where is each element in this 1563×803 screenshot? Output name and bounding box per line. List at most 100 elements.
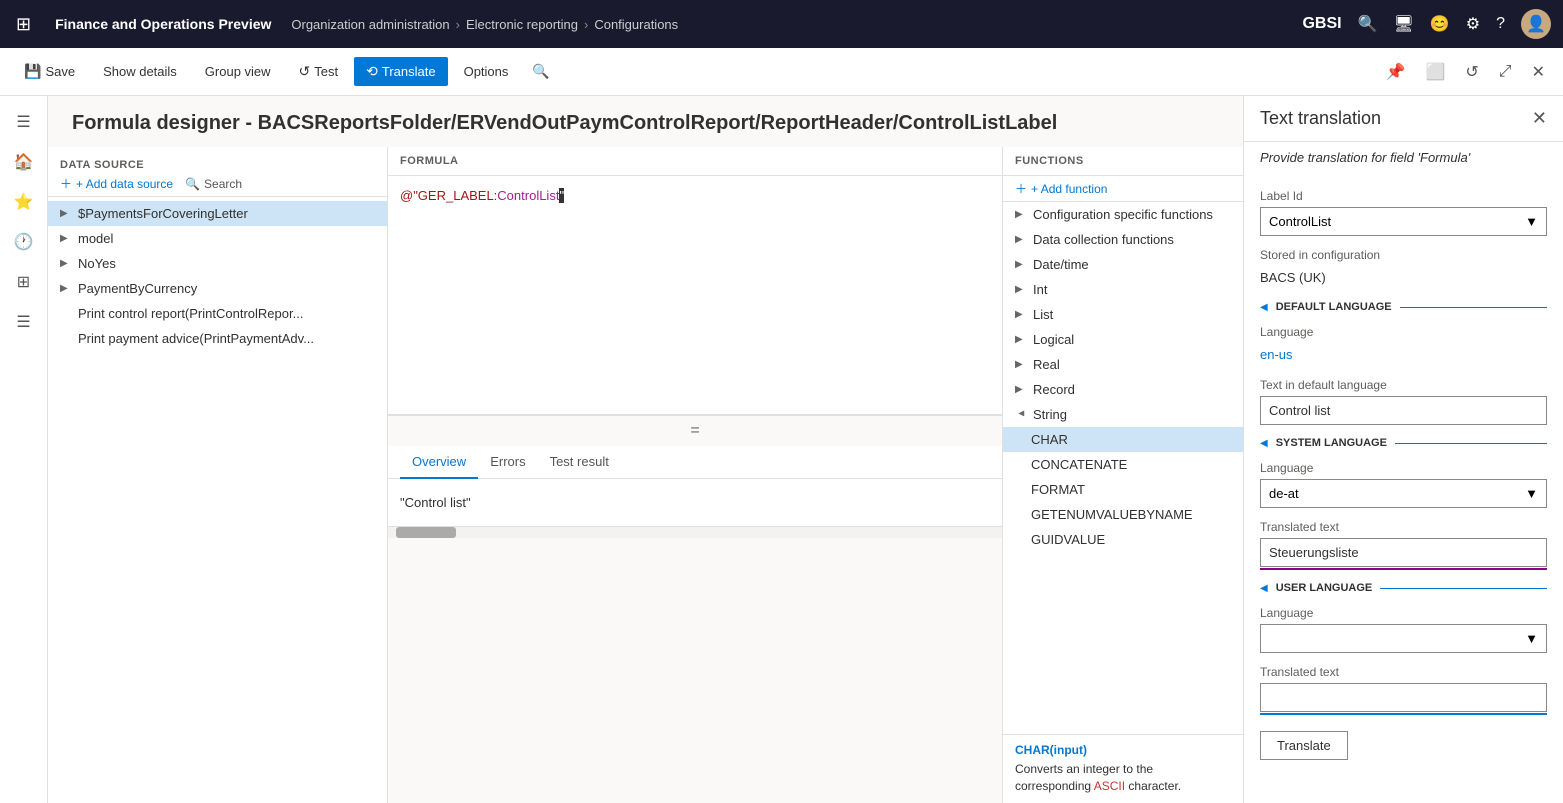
- functions-tree: ▶ Configuration specific functions ▶ Dat…: [1003, 202, 1243, 734]
- default-lang-value: en-us: [1260, 343, 1547, 366]
- func-item-datacollection[interactable]: ▶ Data collection functions: [1003, 227, 1243, 252]
- search-data-source-button[interactable]: 🔍 Search: [185, 175, 242, 192]
- toolbar-search-button[interactable]: 🔍: [532, 63, 549, 80]
- func-item-string[interactable]: ▼ String: [1003, 402, 1243, 427]
- func-arrow-int: ▶: [1015, 284, 1027, 295]
- show-details-button[interactable]: Show details: [91, 58, 189, 85]
- label-id-dropdown[interactable]: ControlList ▼: [1260, 207, 1547, 236]
- breadcrumb-configs[interactable]: Configurations: [594, 17, 678, 32]
- sidebar-clock-icon[interactable]: 🕐: [6, 224, 42, 260]
- func-item-int[interactable]: ▶ Int: [1003, 277, 1243, 302]
- save-button[interactable]: 💾 Save: [12, 57, 87, 86]
- formula-editor[interactable]: @"GER_LABEL:ControlList": [388, 176, 1002, 416]
- func-desc-title: CHAR(input): [1015, 743, 1231, 757]
- func-item-concatenate[interactable]: CONCATENATE: [1003, 452, 1243, 477]
- label-id-label: Label Id: [1260, 189, 1547, 203]
- avatar[interactable]: 👤: [1521, 9, 1551, 39]
- translate-button[interactable]: Translate: [1260, 731, 1348, 760]
- user-lang-dropdown[interactable]: ▼: [1260, 624, 1547, 653]
- func-item-format[interactable]: FORMAT: [1003, 477, 1243, 502]
- notifications-icon[interactable]: 🖥: [1394, 14, 1414, 34]
- expand-button[interactable]: ⬜: [1419, 58, 1451, 86]
- functions-panel: FUNCTIONS ＋ + Add function ▶ Configurati…: [1003, 147, 1243, 803]
- collapse-system-icon[interactable]: ◀: [1260, 438, 1268, 449]
- app-title: Finance and Operations Preview: [43, 16, 283, 32]
- sidebar-home-icon[interactable]: 🏠: [6, 144, 42, 180]
- stored-in-value: BACS (UK): [1260, 266, 1547, 289]
- func-item-getenumval[interactable]: GETENUMVALUEBYNAME: [1003, 502, 1243, 527]
- default-lang-divider-line: [1400, 307, 1547, 308]
- system-lang-dropdown[interactable]: de-at ▼: [1260, 479, 1547, 508]
- collapse-default-icon[interactable]: ◀: [1260, 302, 1268, 313]
- tree-arrow-payments: ▶: [60, 208, 72, 219]
- tab-overview[interactable]: Overview: [400, 446, 478, 479]
- underline-blue: [1260, 713, 1547, 715]
- settings-icon[interactable]: ⚙: [1466, 14, 1480, 34]
- underline-purple: [1260, 568, 1547, 570]
- add-data-source-button[interactable]: ＋ + Add data source: [60, 175, 173, 192]
- sidebar-grid-icon[interactable]: ⊞: [6, 264, 42, 300]
- sidebar-list-icon[interactable]: ☰: [6, 304, 42, 340]
- options-button[interactable]: Options: [452, 58, 521, 85]
- text-default-lang-input[interactable]: [1260, 396, 1547, 425]
- help-icon[interactable]: ?: [1496, 15, 1505, 33]
- func-item-record[interactable]: ▶ Record: [1003, 377, 1243, 402]
- tab-test-result[interactable]: Test result: [538, 446, 621, 479]
- system-lang-divider-line: [1395, 443, 1547, 444]
- close-window-button[interactable]: ✕: [1526, 58, 1551, 86]
- group-view-button[interactable]: Group view: [193, 58, 283, 85]
- func-item-datetime[interactable]: ▶ Date/time: [1003, 252, 1243, 277]
- tree-item-print-control[interactable]: Print control report(PrintControlRepor..…: [48, 301, 387, 326]
- system-lang-section-title: SYSTEM LANGUAGE: [1276, 437, 1387, 449]
- sidebar-star-icon[interactable]: ⭐: [6, 184, 42, 220]
- func-item-char[interactable]: CHAR: [1003, 427, 1243, 452]
- formula-header: FORMULA: [388, 147, 1002, 176]
- sidebar-menu-icon[interactable]: ☰: [6, 104, 42, 140]
- plus-func-icon: ＋: [1015, 180, 1027, 197]
- tree-item-print-payment[interactable]: Print payment advice(PrintPaymentAdv...: [48, 326, 387, 351]
- translated-text-user-input[interactable]: [1260, 683, 1547, 712]
- label-id-value: ControlList: [1269, 214, 1331, 229]
- func-item-list[interactable]: ▶ List: [1003, 302, 1243, 327]
- tab-errors[interactable]: Errors: [478, 446, 537, 479]
- tree-arrow-pc: ▶: [60, 283, 72, 294]
- collapse-user-icon[interactable]: ◀: [1260, 583, 1268, 594]
- formula-label-val: ControlList: [497, 188, 559, 203]
- tree-label-payments: $PaymentsForCoveringLetter: [78, 206, 248, 221]
- func-description: CHAR(input) Converts an integer to the c…: [1003, 734, 1243, 803]
- close-translation-button[interactable]: ✕: [1532, 108, 1547, 129]
- breadcrumb-org[interactable]: Organization administration: [291, 17, 449, 32]
- grid-icon[interactable]: ⊞: [12, 10, 35, 39]
- search-icon[interactable]: 🔍: [1358, 14, 1378, 34]
- org-badge: GBSI: [1302, 15, 1341, 33]
- dropdown-chevron-label-id: ▼: [1525, 214, 1538, 229]
- plus-icon: ＋: [60, 175, 72, 192]
- default-lang-label: Language: [1260, 325, 1547, 339]
- refresh-button[interactable]: ↺: [1459, 58, 1484, 86]
- translated-text-label-user: Translated text: [1260, 665, 1547, 679]
- translate-button[interactable]: ⟲ Translate: [354, 57, 447, 86]
- smiley-icon[interactable]: 😊: [1430, 14, 1450, 34]
- translated-text-system-input[interactable]: [1260, 538, 1547, 567]
- horizontal-scrollbar[interactable]: [388, 526, 1002, 538]
- tree-label-pct: Print control report(PrintControlRepor..…: [78, 306, 303, 321]
- func-item-guidval[interactable]: GUIDVALUE: [1003, 527, 1243, 552]
- test-button[interactable]: ↺ Test: [287, 57, 351, 86]
- tree-item-model[interactable]: ▶ model: [48, 226, 387, 251]
- tree-arrow-noyes: ▶: [60, 258, 72, 269]
- page-header: Formula designer - BACSReportsFolder/ERV…: [48, 96, 1243, 147]
- tree-item-payments[interactable]: ▶ $PaymentsForCoveringLetter: [48, 201, 387, 226]
- func-item-real[interactable]: ▶ Real: [1003, 352, 1243, 377]
- tree-item-noyes[interactable]: ▶ NoYes: [48, 251, 387, 276]
- popout-button[interactable]: ⤢: [1493, 59, 1518, 85]
- formula-cursor: ": [559, 188, 564, 203]
- tree-item-payment-currency[interactable]: ▶ PaymentByCurrency: [48, 276, 387, 301]
- add-function-button[interactable]: ＋ + Add function: [1015, 180, 1107, 197]
- panels: DATA SOURCE ＋ + Add data source 🔍 Search: [48, 147, 1243, 803]
- default-lang-section-divider: ◀ DEFAULT LANGUAGE: [1260, 301, 1547, 313]
- breadcrumb-electronic[interactable]: Electronic reporting: [466, 17, 578, 32]
- pin-button[interactable]: 📌: [1380, 58, 1412, 86]
- text-default-lang-label: Text in default language: [1260, 378, 1547, 392]
- func-item-config[interactable]: ▶ Configuration specific functions: [1003, 202, 1243, 227]
- func-item-logical[interactable]: ▶ Logical: [1003, 327, 1243, 352]
